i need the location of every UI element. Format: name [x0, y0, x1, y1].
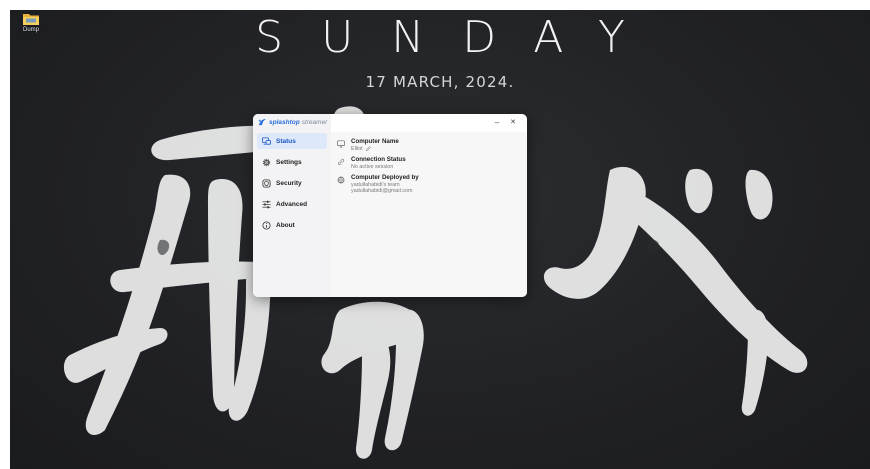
computer-name-row: Computer Name Elliot [337, 138, 399, 152]
sidebar-item-label: About [276, 221, 295, 229]
computer-name-title: Computer Name [351, 138, 399, 145]
connection-status-title: Connection Status [351, 156, 406, 163]
connection-status-row: Connection Status No active session [337, 156, 406, 170]
sidebar-item-settings[interactable]: Settings [257, 154, 327, 170]
close-button[interactable]: ✕ [507, 117, 519, 128]
sidebar-item-status[interactable]: Status [257, 133, 327, 149]
monitor-icon [337, 140, 345, 148]
connection-status-value: No active session [351, 163, 394, 170]
globe-icon [337, 176, 345, 184]
deployed-email: yadullahabidi@gmail.com [351, 188, 413, 194]
pencil-icon[interactable] [365, 146, 371, 152]
gear-icon [262, 158, 271, 166]
sliders-icon [262, 200, 271, 208]
deployed-by-row: Computer Deployed by yadullahabidi's tea… [337, 174, 419, 195]
day-of-week: SUNDAY [255, 12, 663, 63]
splashtop-streamer-window: Computer Name Elliot Connection Status N… [253, 114, 527, 297]
deployed-by-title: Computer Deployed by [351, 174, 419, 181]
date-text: 17 MARCH, 2024. [365, 73, 515, 91]
brand-product: streamer [301, 118, 328, 126]
sidebar-item-advanced[interactable]: Advanced [257, 196, 327, 212]
sidebar-item-label: Security [276, 179, 302, 187]
shield-icon [262, 178, 271, 188]
desktop: Dump SUNDAY 17 MARCH, 2024. Computer Nam… [10, 10, 870, 469]
brand-name: splashtop [269, 118, 300, 126]
sidebar-item-label: Advanced [276, 200, 308, 208]
sidebar-item-label: Settings [276, 158, 302, 166]
monitor-icon [262, 136, 271, 145]
status-panel: Computer Name Elliot Connection Status N… [331, 132, 527, 297]
app-logo: splashtop streamer [258, 118, 327, 126]
title-bar[interactable]: splashtop streamer – ✕ [253, 114, 527, 132]
minimize-button[interactable]: – [491, 117, 503, 128]
sidebar-item-security[interactable]: Security [257, 175, 327, 191]
sidebar-item-about[interactable]: About [257, 217, 327, 233]
sidebar-item-label: Status [276, 137, 296, 145]
link-icon [337, 158, 345, 166]
splashtop-logo-icon [258, 118, 267, 126]
computer-name-value: Elliot [351, 145, 363, 152]
info-icon [262, 220, 271, 230]
